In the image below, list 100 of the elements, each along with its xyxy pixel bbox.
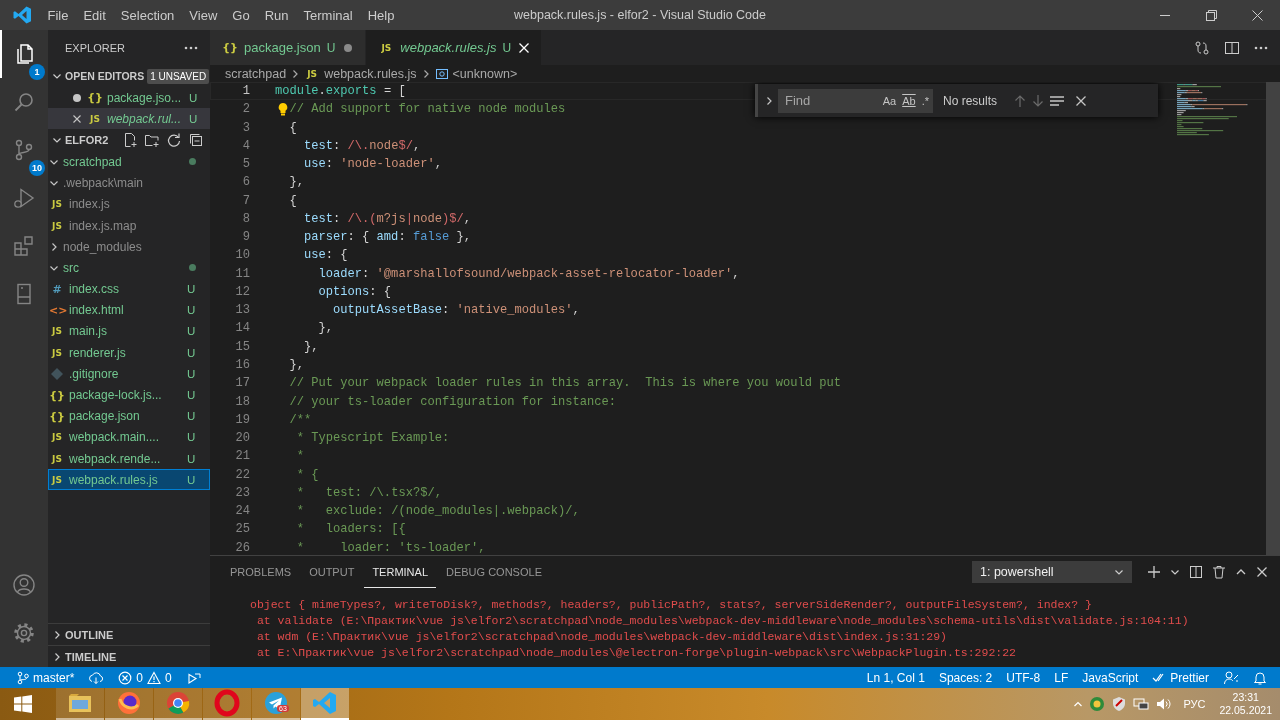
feedback-icon[interactable] <box>1223 669 1239 686</box>
refresh-icon[interactable] <box>166 132 182 149</box>
search-option-toggle[interactable]: .* <box>921 94 929 107</box>
split-editor-icon[interactable] <box>1224 39 1240 56</box>
breadcrumb[interactable]: webpack.rules.js <box>324 66 417 81</box>
close-icon[interactable] <box>517 40 532 55</box>
tree-item[interactable]: # index.css U <box>48 278 210 300</box>
tree-item[interactable]: JS main.js U <box>48 320 210 343</box>
chevron-right-icon[interactable] <box>52 651 62 662</box>
menu-item[interactable]: Run <box>257 0 296 30</box>
tree-item[interactable]: JS renderer.js U <box>48 342 210 364</box>
search-option-toggle[interactable]: Ab <box>902 94 916 107</box>
new-file-icon[interactable] <box>122 132 138 149</box>
account-icon[interactable] <box>12 573 36 597</box>
menu-item[interactable]: File <box>40 0 76 30</box>
terminal-select[interactable]: 1: powershell <box>972 561 1132 583</box>
tree-item[interactable]: {} package.json U <box>48 405 210 427</box>
status-item[interactable]: LF <box>1047 667 1076 688</box>
tree-item[interactable]: .gitignore U <box>48 363 210 385</box>
tree-folder[interactable]: node_modules <box>48 236 210 258</box>
status-item[interactable]: UTF-8 <box>999 667 1048 688</box>
close-icon[interactable] <box>71 112 83 125</box>
panel-tab[interactable]: OUTPUT <box>301 556 363 588</box>
section-header[interactable]: TIMELINE <box>65 650 117 663</box>
menu-item[interactable]: Go <box>224 0 258 30</box>
taskbar-app[interactable] <box>56 688 104 720</box>
shield-icon[interactable] <box>1111 696 1128 712</box>
share-icon[interactable] <box>185 670 202 685</box>
tree-item[interactable]: <>index.html U <box>48 299 210 321</box>
plus-icon[interactable] <box>1147 565 1161 579</box>
taskbar-app[interactable] <box>301 688 349 720</box>
code-line: * test: /\.tsx?$/, <box>296 484 442 502</box>
open-editor-item[interactable]: {} package.jso... U <box>48 87 210 109</box>
tree-item[interactable]: JS webpack.rende... U <box>48 448 210 470</box>
network-icon[interactable] <box>1133 696 1150 712</box>
chevron-right-icon[interactable] <box>764 95 774 106</box>
menu-item[interactable]: Help <box>360 0 402 30</box>
tree-item[interactable]: JS webpack.rules.js U <box>48 469 210 491</box>
status-item[interactable]: JavaScript <box>1075 667 1146 688</box>
status-item[interactable]: Ln 1, Col 1 <box>859 667 932 688</box>
menu-item[interactable]: Terminal <box>296 0 361 30</box>
chevron-right-icon[interactable] <box>49 241 59 252</box>
taskbar-app[interactable] <box>203 688 251 720</box>
status-item[interactable]: Spaces: 2 <box>931 667 1000 688</box>
tree-item[interactable]: JS index.js.map <box>48 214 210 237</box>
files-tab[interactable]: 1 <box>0 30 46 78</box>
chevron-right-icon[interactable] <box>52 629 62 640</box>
search-icon[interactable] <box>12 90 36 114</box>
run-debug-icon[interactable] <box>12 186 36 210</box>
menu-item[interactable]: Edit <box>75 0 114 30</box>
tree-item[interactable]: {} package-lock.js... U <box>48 384 210 406</box>
folder-header[interactable]: ELFOR2 <box>65 134 109 147</box>
chevron-down-icon[interactable] <box>52 71 62 81</box>
tree-folder[interactable]: scratchpad <box>48 151 210 173</box>
extensions-icon[interactable] <box>12 234 36 258</box>
editor-tab[interactable]: JS webpack.rules.js U <box>366 30 543 65</box>
more-icon[interactable] <box>184 45 198 50</box>
globe-icon[interactable] <box>1089 696 1106 712</box>
lightbulb-icon[interactable] <box>277 102 289 117</box>
settings-icon[interactable] <box>12 621 36 645</box>
menu-item[interactable]: View <box>181 0 225 30</box>
section-header[interactable]: OUTLINE <box>65 628 114 641</box>
editor-tab[interactable]: {} package.json U <box>210 30 367 65</box>
new-folder-icon[interactable] <box>144 132 160 149</box>
bell-icon[interactable] <box>1253 669 1267 686</box>
chevron-down-icon[interactable] <box>1170 567 1180 577</box>
speaker-icon[interactable] <box>1155 696 1172 712</box>
arrow-down-icon[interactable] <box>1031 93 1046 108</box>
code-line: * <box>296 448 305 466</box>
find-field[interactable]: Find Aa Ab .* <box>778 88 933 113</box>
tree-item[interactable]: JS index.js <box>48 193 210 215</box>
split-panel-icon[interactable] <box>1189 565 1203 579</box>
selection-icon[interactable] <box>1049 93 1066 108</box>
open-editor-item[interactable]: JS webpack.rul... U <box>48 108 210 130</box>
branch-tab[interactable]: 10 <box>0 126 46 174</box>
close-icon[interactable] <box>1256 566 1268 578</box>
close-icon[interactable] <box>1075 94 1088 107</box>
terminal-line: object { mimeTypes?, writeToDisk?, methods?, headers?, publicPath?, stats?, serverSideRender?, outputFileSystem?, index? } <box>250 597 1092 613</box>
code-line: test: /\.node$/, <box>304 137 421 155</box>
problems-status[interactable]: 0 0 <box>111 667 179 688</box>
panel-tab[interactable]: PROBLEMS <box>222 556 300 588</box>
compare-icon[interactable] <box>1194 39 1210 56</box>
trash-icon[interactable] <box>1212 565 1226 579</box>
panel-tab[interactable]: TERMINAL <box>364 556 436 588</box>
taskbar-app[interactable] <box>105 688 153 720</box>
tree-folder[interactable]: src <box>48 257 210 279</box>
scrollbar[interactable] <box>1266 82 1280 555</box>
more-icon[interactable] <box>1254 45 1268 50</box>
breadcrumb[interactable]: <unknown> <box>452 66 518 81</box>
panel-tab[interactable]: DEBUG CONSOLE <box>438 556 550 588</box>
section-header[interactable]: OPEN EDITORS <box>65 70 145 82</box>
menu-item[interactable]: Selection <box>113 0 182 30</box>
branch-status[interactable]: master* <box>10 667 82 688</box>
breadcrumb[interactable]: scratchpad <box>225 66 287 81</box>
prettier-status[interactable]: Prettier <box>1145 667 1216 688</box>
search-option-toggle[interactable]: Aa <box>882 94 897 107</box>
tree-folder[interactable]: .webpack\main <box>48 172 210 194</box>
sync-icon[interactable] <box>88 670 105 685</box>
collapse-all-icon[interactable] <box>188 132 204 149</box>
tree-item[interactable]: JS webpack.main.... U <box>48 426 210 448</box>
